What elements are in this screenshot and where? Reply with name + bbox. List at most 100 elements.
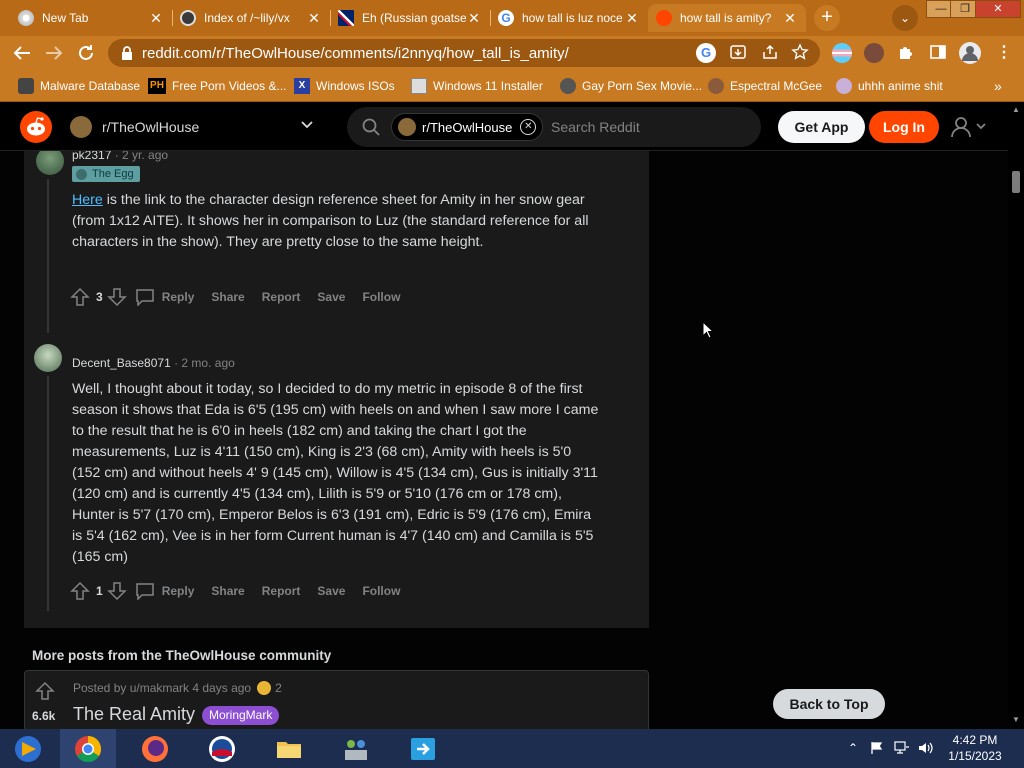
tab-new-tab[interactable]: New Tab ✕ [10, 4, 172, 32]
comment-body: Here is the link to the character design… [72, 192, 589, 250]
address-bar[interactable]: reddit.com/r/TheOwlHouse/comments/i2nnyq… [108, 39, 820, 67]
close-tab-icon[interactable]: ✕ [624, 10, 640, 27]
network-users-icon[interactable] [328, 729, 384, 768]
downvote-icon[interactable] [106, 581, 127, 601]
share-icon[interactable] [760, 43, 780, 63]
comment-author[interactable]: Decent_Base8071 · 2 mo. ago [72, 356, 235, 370]
reddit-logo-icon[interactable] [20, 111, 52, 143]
upvote-icon[interactable] [70, 287, 90, 307]
tray-overflow-icon[interactable]: ⌃ [848, 741, 858, 755]
firefox-icon[interactable] [127, 729, 183, 768]
user-avatar[interactable] [36, 151, 64, 175]
close-tab-icon[interactable]: ✕ [782, 10, 798, 27]
gear-site-icon [560, 78, 576, 94]
bookmark-free-porn-videos[interactable]: PH Free Porn Videos &... [148, 76, 287, 96]
scroll-down-icon[interactable]: ▼ [1012, 715, 1020, 724]
post-title[interactable]: The Real Amity [73, 704, 195, 725]
tab-eh-russian[interactable]: Eh (Russian goatse ✕ [330, 4, 490, 32]
clear-chip-icon[interactable]: ✕ [520, 119, 537, 135]
extension-avatar-icon[interactable] [864, 43, 884, 63]
extensions-puzzle-icon[interactable] [896, 43, 916, 63]
bookmark-windows-isos[interactable]: X Windows ISOs [294, 76, 395, 96]
thread-line[interactable] [47, 179, 49, 333]
scrollbar-thumb[interactable] [1012, 171, 1020, 193]
browser-menu-icon[interactable]: ⋮ [994, 43, 1014, 63]
malware-icon [18, 78, 34, 94]
user-avatar[interactable] [34, 344, 62, 372]
back-arrow-icon[interactable] [10, 41, 34, 65]
close-tab-icon[interactable]: ✕ [306, 10, 322, 27]
lock-icon[interactable] [120, 45, 134, 61]
user-menu-icon[interactable] [950, 115, 990, 139]
post-score: 6.6k [32, 709, 56, 723]
share-button[interactable]: Share [211, 290, 244, 304]
obama-icon[interactable] [194, 729, 250, 768]
thread-line[interactable] [47, 376, 49, 611]
character-icon [708, 78, 724, 94]
profile-icon[interactable] [959, 42, 981, 64]
bookmarks-overflow-icon[interactable]: » [994, 76, 1002, 96]
taskbar-clock[interactable]: 4:42 PM 1/15/2023 [930, 732, 1020, 764]
forward-arrow-icon[interactable] [42, 41, 66, 65]
reply-button[interactable]: Reply [162, 290, 195, 304]
follow-button[interactable]: Follow [362, 584, 400, 598]
file-explorer-icon[interactable] [261, 729, 317, 768]
clock-date: 1/15/2023 [948, 749, 1002, 763]
owl-icon [180, 10, 196, 26]
log-in-button[interactable]: Log In [869, 111, 939, 143]
bookmark-anime[interactable]: uhhh anime shit [836, 76, 943, 96]
action-center-flag-icon[interactable] [870, 741, 884, 758]
close-tab-icon[interactable]: ✕ [466, 10, 482, 27]
remote-app-icon[interactable] [395, 729, 451, 768]
mouse-cursor-icon [702, 321, 714, 339]
back-to-top-button[interactable]: Back to Top [773, 689, 885, 719]
bookmark-espectral-mcgee[interactable]: Espectral McGee [708, 76, 822, 96]
comment-icon[interactable] [135, 582, 155, 600]
save-button[interactable]: Save [317, 290, 345, 304]
upvote-icon[interactable] [35, 681, 55, 701]
reload-icon[interactable] [74, 41, 98, 65]
bookmark-gay-porn-sex-movie[interactable]: Gay Porn Sex Movie... [560, 76, 702, 96]
side-panel-icon[interactable] [928, 43, 948, 63]
search-subreddit-chip[interactable]: r/TheOwlHouse ✕ [391, 113, 544, 141]
upvote-icon[interactable] [70, 581, 90, 601]
chrome-icon[interactable] [60, 729, 116, 768]
reply-button[interactable]: Reply [162, 584, 195, 598]
save-button[interactable]: Save [317, 584, 345, 598]
install-app-icon[interactable] [728, 43, 748, 63]
new-tab-button[interactable]: + [814, 5, 840, 31]
bookmark-windows-11-installer[interactable]: Windows 11 Installer [411, 76, 543, 96]
share-button[interactable]: Share [211, 584, 244, 598]
bookmark-star-icon[interactable] [790, 43, 810, 63]
bookmark-malware-database[interactable]: Malware Database [18, 76, 140, 96]
design-sheet-link[interactable]: Here [72, 192, 103, 208]
network-icon[interactable] [894, 741, 910, 758]
close-tab-icon[interactable]: ✕ [148, 10, 164, 27]
x-icon: X [294, 78, 310, 94]
extension-trans-flag-icon[interactable] [832, 43, 852, 63]
tab-how-tall-amity[interactable]: how tall is amity? ✕ [648, 4, 806, 32]
comment-author[interactable]: pk2317 · 2 yr. ago [72, 151, 168, 162]
get-app-button[interactable]: Get App [778, 111, 865, 143]
search-input[interactable] [551, 115, 751, 139]
scroll-up-icon[interactable]: ▲ [1012, 105, 1020, 114]
close-window-button[interactable]: ✕ [975, 0, 1021, 18]
post-meta: Posted by u/makmark 4 days ago 2 [73, 681, 282, 695]
google-lens-icon[interactable]: G [696, 43, 716, 63]
search-bar[interactable]: r/TheOwlHouse ✕ [347, 107, 761, 147]
tab-index-of-lily[interactable]: Index of /~lily/vx ✕ [172, 4, 330, 32]
subreddit-selector[interactable]: r/TheOwlHouse [70, 114, 199, 140]
comment-icon[interactable] [135, 288, 155, 306]
chevron-down-icon[interactable] [300, 117, 314, 134]
follow-button[interactable]: Follow [362, 290, 400, 304]
windows-media-icon[interactable] [0, 729, 56, 768]
tab-how-tall-luz[interactable]: G how tall is luz noce ✕ [490, 4, 648, 32]
report-button[interactable]: Report [262, 290, 301, 304]
tab-search-dropdown-icon[interactable]: ⌄ [892, 5, 918, 31]
page-scrollbar[interactable]: ▲ ▼ [1008, 103, 1024, 729]
post-card-the-real-amity[interactable]: 6.6k Posted by u/makmark 4 days ago 2 Th… [24, 670, 649, 729]
url-text[interactable]: reddit.com/r/TheOwlHouse/comments/i2nnyq… [142, 45, 569, 62]
downvote-icon[interactable] [106, 287, 127, 307]
post-flair[interactable]: MoringMark [202, 706, 280, 725]
report-button[interactable]: Report [262, 584, 301, 598]
